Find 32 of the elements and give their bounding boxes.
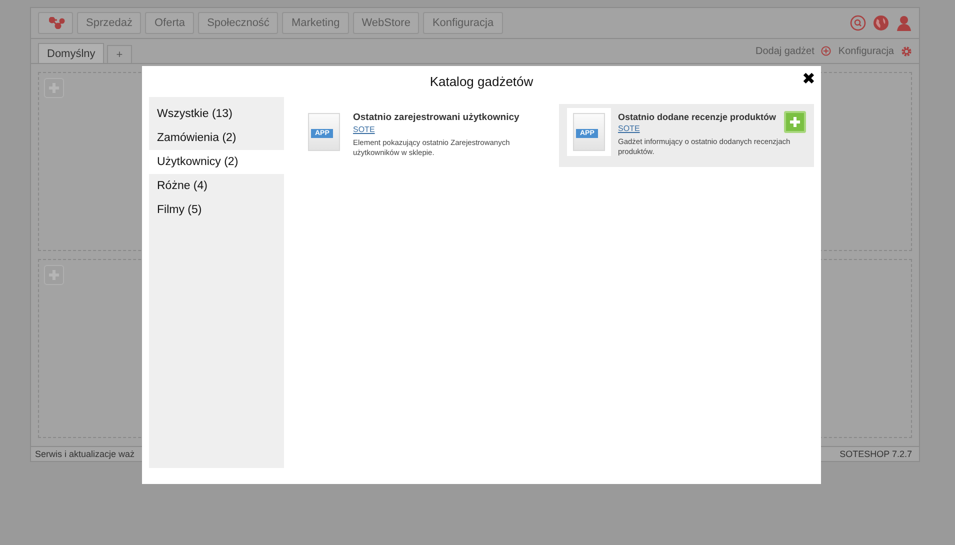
category-item[interactable]: Różne (4) (149, 174, 284, 198)
status-text: Serwis i aktualizacje waż (35, 449, 135, 459)
add-button[interactable] (784, 111, 806, 133)
menu-button[interactable]: Marketing (282, 12, 349, 34)
dialog-title: Katalog gadżetów (430, 74, 534, 89)
settings-icon[interactable] (901, 46, 912, 56)
user-icon[interactable] (896, 15, 912, 31)
network-icon (49, 17, 65, 29)
close-button[interactable]: ✖ (802, 71, 815, 89)
gadget-title: Ostatnio dodane recenzje produktów (618, 112, 776, 122)
menu-button[interactable]: Konfiguracja (423, 12, 503, 34)
menu-button[interactable]: WebStore (352, 12, 420, 34)
gadget-title: Ostatnio zarejestrowani użytkownicy (353, 112, 520, 123)
logo-button[interactable] (38, 12, 73, 34)
configuration-link[interactable]: Konfiguracja (838, 46, 894, 56)
category-item[interactable]: Wszystkie (13) (149, 102, 284, 126)
category-item[interactable]: Zamówienia (2) (149, 126, 284, 150)
author-link[interactable]: SOTE (353, 125, 375, 134)
category-item[interactable]: Użytkownicy (2) (149, 150, 284, 174)
author-link[interactable]: SOTE (618, 124, 640, 133)
menu-button[interactable]: Sprzedaż (77, 12, 142, 34)
category-item[interactable]: Filmy (5) (149, 198, 284, 222)
menu-button[interactable]: Społeczność (198, 12, 278, 34)
search-icon[interactable] (850, 15, 866, 31)
menu-button[interactable]: Oferta (145, 12, 194, 34)
add-icon[interactable] (821, 46, 832, 56)
tab[interactable]: Domyślny (38, 43, 104, 63)
version-text: SOTESHOP 7.2.7 (840, 449, 912, 459)
tab[interactable]: + (107, 45, 132, 63)
add-gadget-link[interactable]: Dodaj gadżet (755, 46, 814, 56)
plus-icon (789, 116, 801, 128)
globe-icon[interactable] (873, 15, 889, 31)
